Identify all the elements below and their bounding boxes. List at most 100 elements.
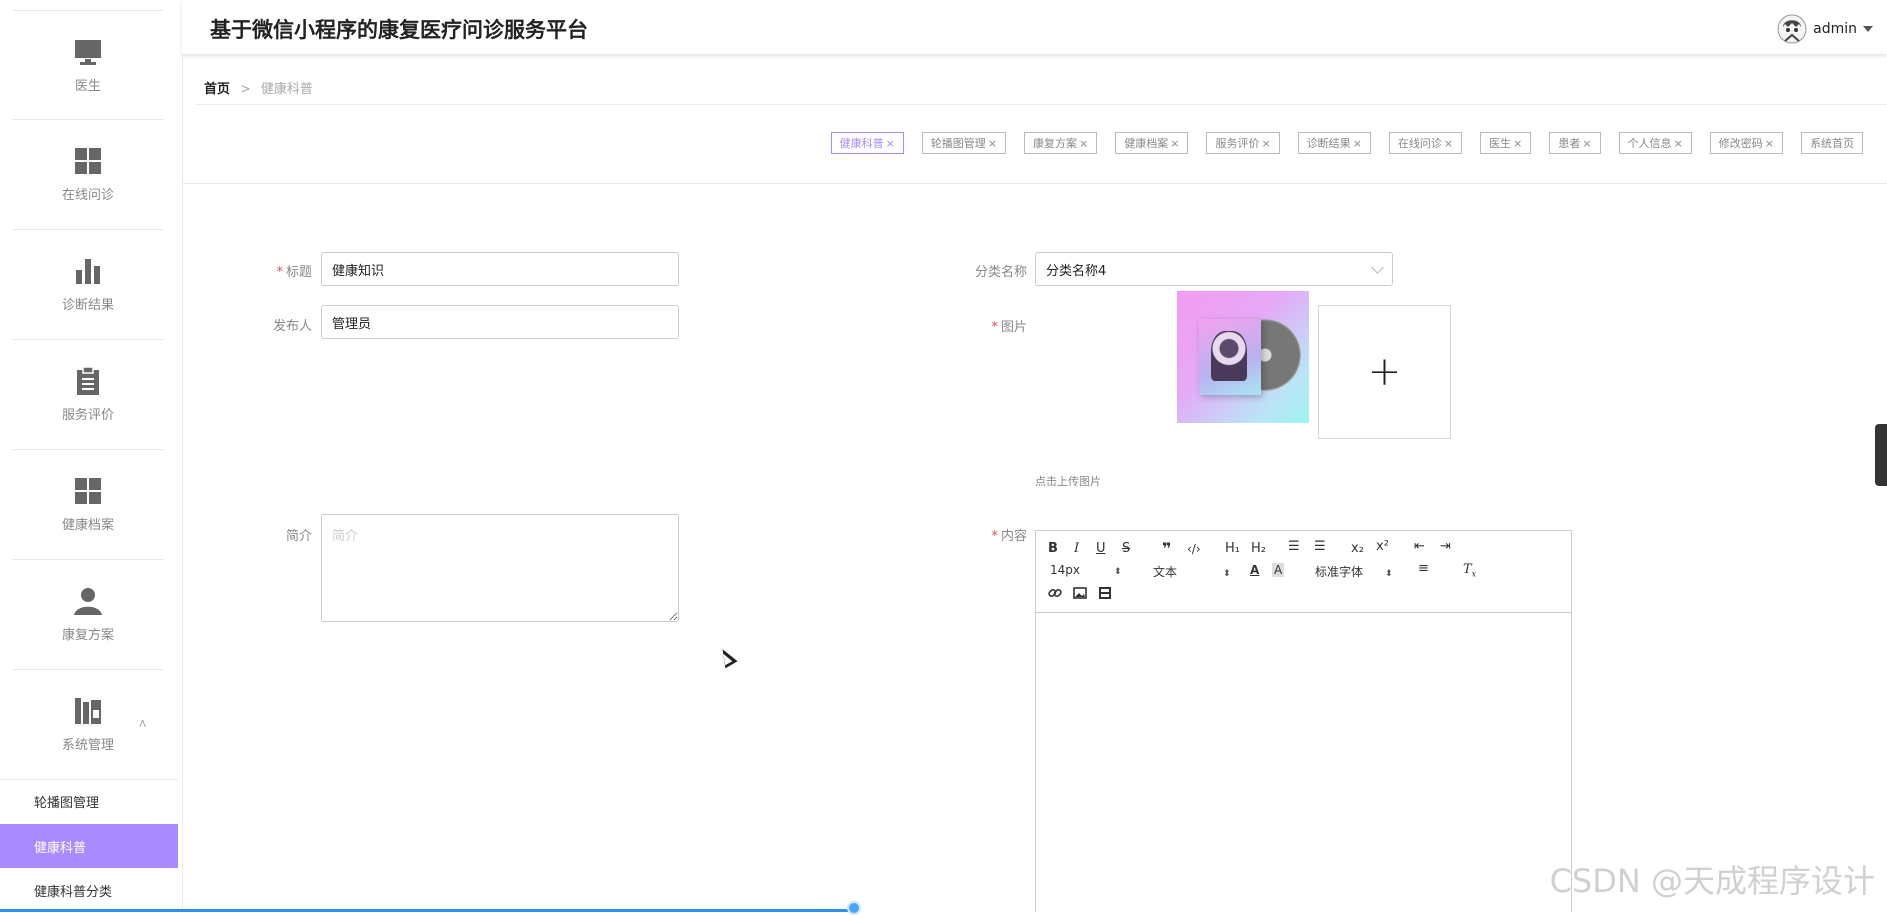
username[interactable]: admin: [1813, 21, 1857, 37]
tag-health-records[interactable]: 健康档案 ×: [1115, 132, 1189, 154]
tag-label: 系统首页: [1810, 137, 1854, 150]
chevron-up-icon[interactable]: v: [139, 717, 146, 731]
clipboard-icon: [77, 365, 99, 395]
font-color-icon[interactable]: A: [1250, 563, 1259, 577]
background-color-icon[interactable]: A: [1272, 563, 1285, 577]
tag-profile[interactable]: 个人信息 ×: [1618, 132, 1692, 154]
tag-label: 在线问诊: [1397, 137, 1442, 150]
bullet-list-icon[interactable]: ☰: [1314, 539, 1326, 554]
tag-evaluation[interactable]: 服务评价 ×: [1206, 132, 1280, 154]
image-icon[interactable]: [1073, 586, 1087, 600]
close-icon[interactable]: ×: [1674, 137, 1683, 150]
close-icon[interactable]: ×: [1513, 137, 1522, 150]
uploaded-image-thumbnail[interactable]: [1177, 291, 1309, 423]
progress-handle[interactable]: [847, 901, 861, 915]
breadcrumb-home[interactable]: 首页: [204, 82, 230, 97]
close-icon[interactable]: ×: [1079, 137, 1088, 150]
sidebar-item-evaluation[interactable]: 服务评价: [12, 339, 164, 448]
blockquote-icon[interactable]: ❞: [1162, 539, 1171, 558]
italic-icon[interactable]: I: [1074, 541, 1079, 556]
select-arrows-icon: ⬍: [1385, 569, 1393, 579]
close-icon[interactable]: ×: [1170, 137, 1179, 150]
sidebar-item-rehab-plan[interactable]: 康复方案: [12, 559, 164, 668]
clear-format-icon[interactable]: Tx: [1463, 562, 1476, 579]
close-icon[interactable]: ×: [1261, 137, 1270, 150]
link-icon[interactable]: [1048, 586, 1062, 600]
sidebar-item-health-records[interactable]: 健康档案: [12, 449, 164, 558]
category-select[interactable]: 分类名称4: [1035, 252, 1393, 286]
tag-doctor[interactable]: 医生 ×: [1480, 132, 1532, 154]
content-label: * 内容: [991, 529, 1027, 544]
breadcrumb-separator: >: [240, 82, 251, 97]
sidebar-subitem-health-science-category[interactable]: 健康科普分类: [0, 868, 178, 912]
font-size-value: 14px: [1050, 563, 1080, 577]
tag-health-science[interactable]: 健康科普 ×: [830, 132, 904, 154]
sidebar-subitem-label: 健康科普: [34, 840, 87, 856]
underline-icon[interactable]: U: [1096, 541, 1106, 556]
h2-icon[interactable]: H₂: [1251, 541, 1266, 556]
sidebar-item-diagnosis[interactable]: 诊断结果: [12, 229, 164, 338]
sidebar-item-consultation[interactable]: 在线问诊: [12, 119, 164, 228]
editor-content-area[interactable]: [1036, 613, 1571, 912]
close-icon[interactable]: ×: [886, 137, 895, 150]
superscript-icon[interactable]: x²: [1376, 539, 1389, 554]
tag-diagnosis[interactable]: 诊断结果 ×: [1297, 132, 1371, 154]
subscript-icon[interactable]: x₂: [1351, 541, 1364, 556]
tag-label: 健康档案: [1124, 137, 1169, 150]
close-icon[interactable]: ×: [1765, 137, 1774, 150]
side-drawer-handle[interactable]: [1875, 424, 1887, 486]
avatar: [1777, 14, 1807, 44]
sidebar-item-doctor[interactable]: 医生: [12, 10, 164, 119]
tag-patient[interactable]: 患者 ×: [1549, 132, 1601, 154]
rich-text-editor: B I U S ❞ ‹/› H₁ H₂ ☰ ☰ x₂ x² ⇤ ⇥ 14px ⬍ …: [1035, 530, 1572, 912]
h1-icon[interactable]: H₁: [1225, 541, 1240, 556]
ordered-list-icon[interactable]: ☰: [1288, 539, 1300, 554]
close-icon[interactable]: ×: [1353, 137, 1362, 150]
sidebar-item-label: 健康档案: [61, 517, 114, 533]
outdent-icon[interactable]: ⇤: [1414, 539, 1425, 554]
tag-home[interactable]: 系统首页: [1801, 132, 1863, 154]
block-type-select[interactable]: 文本 ⬍: [1153, 563, 1231, 580]
tag-consultation[interactable]: 在线问诊 ×: [1388, 132, 1463, 154]
intro-textarea[interactable]: [321, 514, 679, 622]
intro-label: 简介: [285, 529, 312, 544]
select-arrows-icon: ⬍: [1114, 567, 1122, 577]
character-graphic: [1211, 331, 1247, 381]
sidebar-item-label: 系统管理: [61, 737, 114, 753]
bar-chart-icon: [76, 258, 100, 284]
sidebar-item-system[interactable]: 系统管理 v: [12, 669, 164, 778]
image-label: * 图片: [991, 320, 1027, 335]
title-input[interactable]: 健康知识: [321, 252, 679, 286]
tag-carousel[interactable]: 轮播图管理 ×: [921, 132, 1007, 154]
sidebar-item-label: 服务评价: [61, 407, 114, 423]
bold-icon[interactable]: B: [1048, 541, 1058, 556]
category-select-value: 分类名称4: [1046, 263, 1107, 279]
strike-icon[interactable]: S: [1122, 541, 1130, 556]
publisher-label: 发布人: [272, 319, 312, 334]
close-icon[interactable]: ×: [1444, 137, 1453, 150]
close-icon[interactable]: ×: [1582, 137, 1591, 150]
monitor-icon: [75, 39, 101, 65]
publisher-input[interactable]: 管理员: [321, 305, 679, 339]
tag-label: 个人信息: [1627, 137, 1672, 150]
align-icon[interactable]: ≡: [1418, 561, 1429, 576]
sidebar-subitem-carousel[interactable]: 轮播图管理: [0, 779, 178, 823]
image-upload-button[interactable]: +: [1318, 305, 1451, 439]
caret-down-icon[interactable]: [1863, 26, 1873, 32]
font-size-select[interactable]: 14px ⬍: [1050, 563, 1122, 577]
required-mark: *: [276, 265, 283, 280]
tags-view: 健康科普 × 轮播图管理 × 康复方案 × 健康档案 × 服务评价 × 诊断结果 × 在线问…: [830, 132, 1863, 154]
video-icon[interactable]: [1098, 586, 1112, 600]
sidebar-item-label: 在线问诊: [61, 187, 114, 203]
title-input-value: 健康知识: [332, 263, 385, 279]
indent-icon[interactable]: ⇥: [1440, 539, 1451, 554]
tag-change-password[interactable]: 修改密码 ×: [1709, 132, 1783, 154]
close-icon[interactable]: ×: [988, 137, 997, 150]
tag-rehab-plan[interactable]: 康复方案 ×: [1024, 132, 1098, 154]
watermark: CSDN @天成程序设计: [1549, 862, 1875, 900]
sidebar-subitem-health-science[interactable]: 健康科普: [0, 824, 178, 868]
code-icon[interactable]: ‹/›: [1187, 542, 1201, 556]
font-family-select[interactable]: 标准字体 ⬍: [1315, 563, 1393, 580]
user-menu[interactable]: admin: [1777, 14, 1873, 44]
user-icon: [74, 587, 102, 615]
